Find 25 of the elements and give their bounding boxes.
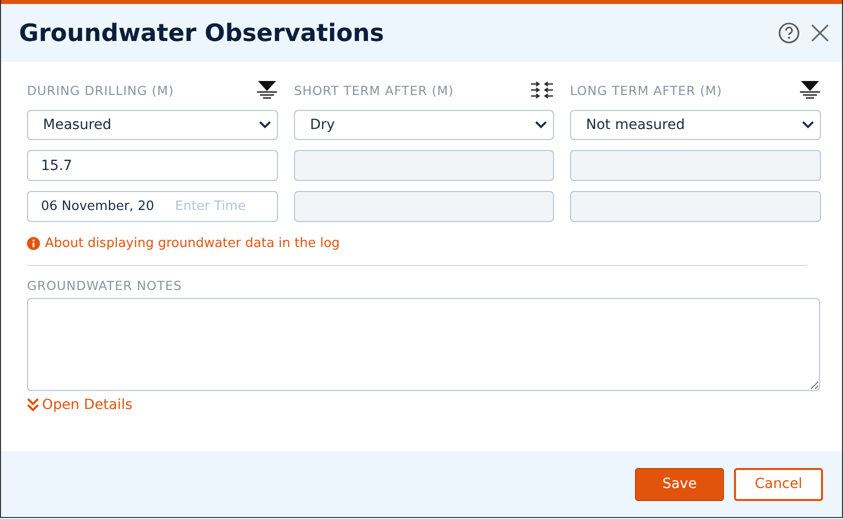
chevron-down-icon [259,121,271,129]
date-time-field[interactable]: 06 November, 20 Enter Time [27,191,278,222]
water-level-icon [256,80,278,100]
save-button[interactable]: Save [635,468,724,500]
time-input[interactable]: Enter Time [175,199,257,214]
notes-field[interactable] [27,298,820,391]
notes-label: GROUNDWATER NOTES [27,278,183,293]
column-label: SHORT TERM AFTER (M) [294,82,454,98]
depth-field[interactable]: 15.7 [27,150,278,181]
open-details-link[interactable]: Open Details [27,397,132,413]
close-icon[interactable] [810,23,830,43]
chevron-down-icon [535,121,547,129]
water-level-icon [799,80,821,100]
cancel-button[interactable]: Cancel [734,468,823,500]
chevron-down-icon [802,121,814,129]
help-icon[interactable] [778,22,800,44]
date-input[interactable]: 06 November, 20 [41,199,169,214]
double-chevron-icon [27,398,39,412]
info-link[interactable]: About displaying groundwater data in the log [27,236,820,251]
status-dropdown[interactable]: Measured [27,110,278,140]
column-label: DURING DRILLING (M) [27,82,174,98]
info-icon [27,237,40,250]
column-label: LONG TERM AFTER (M) [570,82,722,98]
flow-arrows-icon [530,81,554,99]
dialog-title: Groundwater Observations [19,19,386,47]
